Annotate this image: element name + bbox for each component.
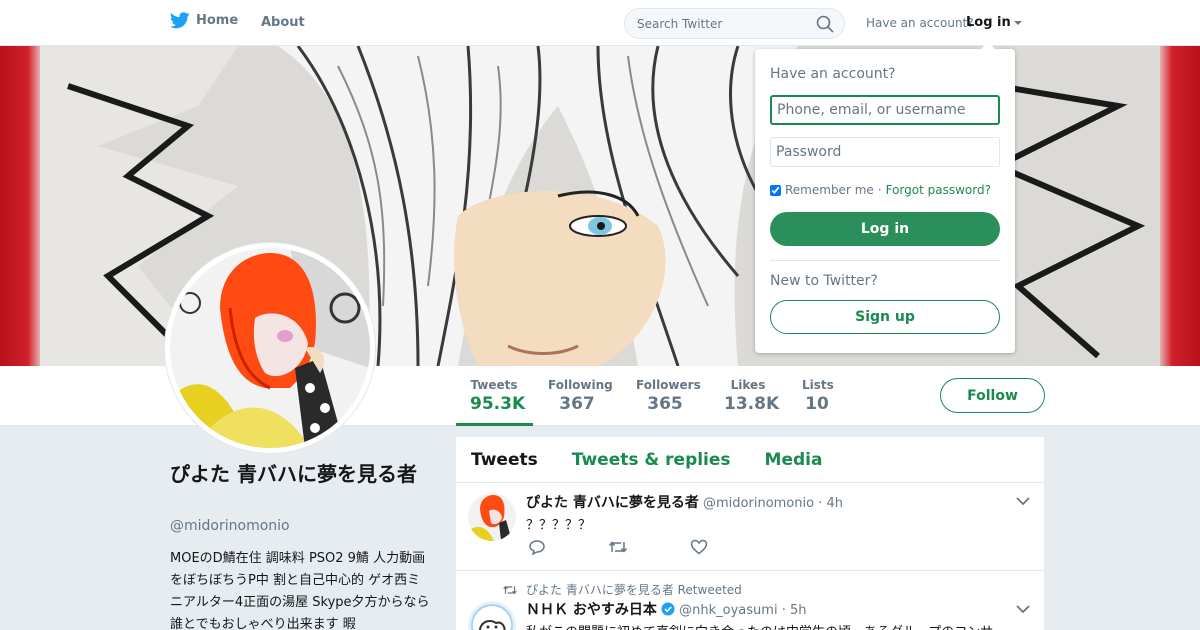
- tweet-author-handle[interactable]: @nhk_oyasumi: [679, 603, 777, 618]
- stat-lists[interactable]: Lists 10: [802, 378, 834, 414]
- tweet-author-handle[interactable]: @midorinomonio: [703, 496, 814, 511]
- stat-likes[interactable]: Likes 13.8K: [724, 378, 780, 414]
- login-dropdown: Have an account? Remember me · Forgot pa…: [755, 42, 1015, 353]
- profile-handle: @midorinomonio: [170, 518, 290, 534]
- stat-label: Followers: [636, 378, 701, 392]
- banner-edge-right: [1160, 46, 1200, 366]
- tweet-author-name[interactable]: ぴよた 青バハに夢を見る者: [526, 495, 699, 511]
- tweet-header: ＮＨＫ おやすみ日本 @nhk_oyasumi · 5h: [526, 599, 807, 619]
- tab-tweets[interactable]: Tweets: [471, 450, 538, 470]
- stat-label: Following: [548, 378, 613, 392]
- nav-about-link[interactable]: About: [261, 15, 305, 30]
- remember-row: Remember me · Forgot password?: [770, 183, 991, 197]
- tweet-text: 私がこの問題に初めて真剣に向き合ったのは中学生の頃、あるグループのコンサ: [526, 621, 1031, 630]
- stat-tweets[interactable]: Tweets 95.3K: [470, 378, 526, 414]
- retweet-context-icon: [503, 585, 517, 594]
- tweet-dot: ·: [818, 496, 823, 511]
- tab-media[interactable]: Media: [765, 450, 823, 470]
- follow-button[interactable]: Follow: [940, 378, 1045, 413]
- twitter-bird-icon: [170, 12, 190, 29]
- profile-avatar[interactable]: [165, 243, 375, 453]
- tweet-menu-chevron-icon[interactable]: [1016, 497, 1030, 506]
- tweet-time[interactable]: 4h: [827, 496, 844, 511]
- banner-edge-left: [0, 46, 40, 366]
- nav-home-link[interactable]: Home: [170, 12, 238, 29]
- login-divider: [770, 260, 1000, 261]
- like-heart-icon[interactable]: [690, 539, 708, 555]
- stat-label: Lists: [802, 378, 834, 392]
- tweet-avatar[interactable]: [468, 493, 516, 541]
- tweet-avatar[interactable]: [468, 601, 516, 630]
- timeline-tabs: Tweets Tweets & replies Media: [456, 437, 1044, 483]
- remember-separator: ·: [877, 183, 882, 197]
- caret-down-icon: [1013, 20, 1022, 25]
- tweet-actions: [528, 539, 708, 555]
- password-input[interactable]: [770, 137, 1000, 167]
- retweet-context-text[interactable]: ぴよた 青バハに夢を見る者 Retweeted: [526, 581, 742, 598]
- login-dropdown-title: Have an account?: [770, 66, 896, 82]
- login-toggle-label: Log in: [966, 15, 1011, 30]
- tweet-author-name[interactable]: ＮＨＫ おやすみ日本: [526, 602, 657, 618]
- search-box: [624, 8, 845, 39]
- login-dropdown-toggle[interactable]: Log in: [966, 15, 1022, 30]
- username-input[interactable]: [770, 95, 1000, 125]
- profile-bio: MOEのD鯖在住 調味料 PSO2 9鯖 人力動画をぼちぼちうP中 割と自己中心…: [170, 551, 430, 630]
- tweet-text: ？？？？？: [526, 518, 592, 533]
- remember-me-checkbox[interactable]: [770, 184, 781, 196]
- retweet-context: ぴよた 青バハに夢を見る者 Retweeted: [502, 581, 742, 598]
- remember-me-label[interactable]: Remember me: [785, 183, 874, 197]
- tab-tweets-replies[interactable]: Tweets & replies: [572, 450, 731, 470]
- reply-icon[interactable]: [528, 539, 546, 555]
- search-input[interactable]: [625, 9, 815, 38]
- signup-button[interactable]: Sign up: [770, 300, 1000, 334]
- stat-label: Tweets: [470, 378, 518, 392]
- new-to-twitter-text: New to Twitter?: [770, 273, 878, 289]
- stat-value: 365: [647, 394, 683, 414]
- stat-value: 10: [805, 394, 829, 414]
- timeline: Tweets Tweets & replies Media ぴよた 青バハに夢を…: [456, 437, 1044, 630]
- tweet-menu-chevron-icon[interactable]: [1016, 605, 1030, 614]
- top-nav: Home About Have an account? Log in: [0, 0, 1200, 46]
- tweet[interactable]: ぴよた 青バハに夢を見る者 @midorinomonio · 4h ？？？？？: [456, 483, 1044, 571]
- retweeted-tweet[interactable]: ぴよた 青バハに夢を見る者 Retweeted ＮＨＫ おやすみ日本 @nhk_…: [456, 571, 1044, 630]
- nav-home-label: Home: [196, 13, 239, 28]
- tweet-header: ぴよた 青バハに夢を見る者 @midorinomonio · 4h: [526, 492, 843, 512]
- stat-value: 95.3K: [470, 394, 526, 414]
- stat-value: 13.8K: [724, 394, 780, 414]
- active-stat-underline: [456, 423, 533, 426]
- stat-followers[interactable]: Followers 365: [636, 378, 701, 414]
- tweet-dot: ·: [781, 603, 786, 618]
- verified-badge-icon: [661, 602, 675, 616]
- tweet-time[interactable]: 5h: [790, 603, 807, 618]
- forgot-password-link[interactable]: Forgot password?: [886, 183, 991, 197]
- search-icon[interactable]: [816, 15, 834, 33]
- account-prompt: Have an account?: [866, 16, 974, 30]
- profile-name: ぴよた 青バハに夢を見る者: [170, 462, 417, 486]
- stat-value: 367: [559, 394, 595, 414]
- retweet-icon[interactable]: [608, 539, 628, 555]
- login-submit-button[interactable]: Log in: [770, 212, 1000, 246]
- stat-label: Likes: [730, 378, 766, 392]
- stat-following[interactable]: Following 367: [548, 378, 613, 414]
